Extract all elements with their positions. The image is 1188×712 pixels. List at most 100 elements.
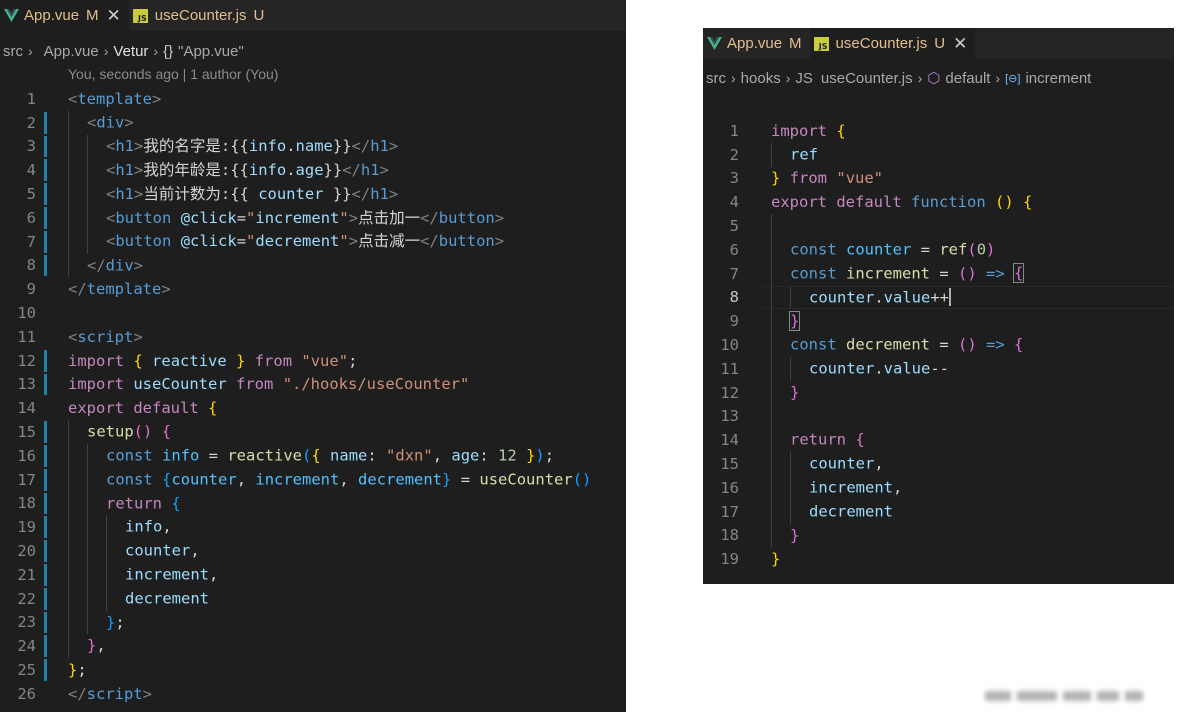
breadcrumb-item[interactable]: {} "App.vue" <box>163 43 244 60</box>
indent-guide <box>771 404 790 429</box>
code-line[interactable]: 6 <button @click="increment">点击加一</button… <box>0 206 626 231</box>
code-line[interactable]: 19} <box>703 547 1174 571</box>
tab-app-vue[interactable]: App.vue M ✕ <box>0 0 129 31</box>
breadcrumb-item[interactable]: hooks <box>741 70 781 87</box>
gutter-change-marker[interactable] <box>44 563 47 586</box>
codelens-blame[interactable]: You, seconds ago | 1 author (You) <box>68 66 278 82</box>
left-code-area[interactable]: 1 <template> 2 <div> 3 <h1>我的名字是:{{info.name}… <box>0 87 626 712</box>
close-icon[interactable]: ✕ <box>953 35 967 52</box>
tab-usecounter-js[interactable]: JS useCounter.js U ✕ <box>809 28 976 59</box>
code-line[interactable]: 6 const counter = ref(0) <box>703 237 1174 262</box>
code-line[interactable]: 10 const decrement = () => { <box>703 333 1174 357</box>
gutter-change-marker[interactable] <box>44 230 47 253</box>
code-line[interactable]: 4 export default function () { <box>703 190 1174 214</box>
code-line[interactable]: 26 </script> <box>0 682 626 706</box>
gutter-change-marker[interactable] <box>44 516 47 539</box>
code-token: reactive <box>152 351 227 370</box>
code-token: > <box>134 137 144 156</box>
code-line[interactable]: 2 ref <box>703 142 1174 167</box>
watermark <box>985 688 1160 704</box>
line-number: 27 <box>0 709 36 712</box>
code-line[interactable]: 7 <button @click="decrement">点击减一</button… <box>0 230 626 254</box>
tab-usecounter-js[interactable]: JS useCounter.js U <box>128 0 273 31</box>
code-line[interactable]: 14 return { <box>703 428 1174 453</box>
code-line[interactable]: 5 <h1>当前计数为:{{ counter }}</h1> <box>0 182 626 207</box>
code-text: </div> <box>68 253 143 278</box>
close-icon[interactable]: ✕ <box>107 7 121 24</box>
breadcrumb-item[interactable]: JS useCounter.js <box>795 70 912 87</box>
git-status-badge: M <box>86 7 99 24</box>
breadcrumb-item[interactable]: App.vue <box>38 43 99 60</box>
gutter-change-marker[interactable] <box>44 492 47 515</box>
code-line[interactable]: 14 export default { <box>0 396 626 420</box>
code-line[interactable]: 22 decrement <box>0 586 626 611</box>
code-line[interactable]: 8 counter.value++ <box>703 285 1174 310</box>
code-line[interactable]: 4 <h1>我的年龄是:{{info.age}}</h1> <box>0 158 626 183</box>
code-line[interactable]: 5 <box>703 214 1174 238</box>
code-line[interactable]: 23}; <box>0 610 626 635</box>
tab-app-vue[interactable]: App.vue M <box>703 28 810 59</box>
code-token: , <box>190 541 200 560</box>
gutter-change-marker[interactable] <box>44 349 47 372</box>
code-line[interactable]: 3} from "vue" <box>703 167 1174 191</box>
code-line[interactable]: 9} <box>703 309 1174 334</box>
code-line[interactable]: 17 decrement <box>703 499 1174 524</box>
code-text: <button @click="decrement">点击减一</button> <box>68 229 504 254</box>
code-line[interactable]: 18 return { <box>0 491 626 516</box>
gutter-change-marker[interactable] <box>44 111 47 134</box>
breadcrumb-item[interactable]: ⬡ default <box>927 69 990 88</box>
code-line[interactable]: 13 import useCounter from "./hooks/useCou… <box>0 373 626 397</box>
breadcrumb-label: Vetur <box>113 42 149 60</box>
code-line[interactable]: 17 const {counter, increment, decrement} … <box>0 467 626 492</box>
code-line[interactable]: 11 <script> <box>0 325 626 349</box>
code-line[interactable]: 21 increment, <box>0 562 626 587</box>
code-line[interactable]: 16 increment, <box>703 475 1174 500</box>
code-token: default <box>836 193 902 212</box>
gutter-change-marker[interactable] <box>44 159 47 182</box>
breadcrumb-item[interactable]: [⊖] increment <box>1005 70 1091 87</box>
breadcrumb-item[interactable]: src <box>706 70 726 87</box>
gutter-change-marker[interactable] <box>44 183 47 205</box>
gutter-change-marker[interactable] <box>44 421 47 443</box>
gutter-change-marker[interactable] <box>44 373 47 396</box>
code-line[interactable]: 11 counter.value-- <box>703 356 1174 381</box>
code-line[interactable]: 7 const increment = () => { <box>703 261 1174 286</box>
code-line[interactable]: 12 import { reactive } from "vue"; <box>0 349 626 373</box>
gutter-change-marker[interactable] <box>44 444 47 467</box>
code-line[interactable]: 8 </div> <box>0 253 626 278</box>
code-line[interactable]: 27 <box>0 706 626 712</box>
gutter-change-marker[interactable] <box>44 611 47 634</box>
code-line[interactable]: 15 counter, <box>703 452 1174 476</box>
code-line[interactable]: 1 import { <box>703 119 1174 143</box>
code-line[interactable]: 24}, <box>0 634 626 659</box>
code-line[interactable]: 25}; <box>0 658 626 682</box>
gutter-change-marker[interactable] <box>44 468 47 491</box>
gutter-change-marker[interactable] <box>44 254 47 277</box>
code-line[interactable]: 16 const info = reactive({ name: "dxn", a… <box>0 443 626 468</box>
gutter-change-marker[interactable] <box>44 206 47 229</box>
code-line[interactable]: 20 counter, <box>0 539 626 563</box>
gutter-change-marker[interactable] <box>44 635 47 658</box>
code-line[interactable]: 15 setup() { <box>0 420 626 444</box>
breadcrumb-item[interactable]: Vetur <box>113 43 148 60</box>
code-text: decrement <box>68 586 209 611</box>
code-line[interactable]: 9 </template> <box>0 277 626 301</box>
code-line[interactable]: 2 <div> <box>0 110 626 135</box>
breadcrumb-item[interactable]: src <box>3 43 23 60</box>
code-line[interactable]: 12} <box>703 380 1174 405</box>
right-code-area[interactable]: 1 import {2 ref 3} from "vue" 4 export defaul… <box>703 119 1174 571</box>
gutter-change-marker[interactable] <box>44 135 47 158</box>
gutter-change-marker[interactable] <box>44 540 47 562</box>
code-token: import <box>68 375 124 394</box>
code-token: increment <box>255 208 340 227</box>
code-line[interactable]: 10 <box>0 301 626 325</box>
code-line[interactable]: 3 <h1>我的名字是:{{info.name}}</h1> <box>0 134 626 159</box>
code-line[interactable]: 1 <template> <box>0 87 626 111</box>
code-token: ; <box>544 446 555 465</box>
line-number: 8 <box>26 256 36 275</box>
code-line[interactable]: 18} <box>703 523 1174 548</box>
code-line[interactable]: 19 info, <box>0 515 626 540</box>
gutter-change-marker[interactable] <box>44 659 47 681</box>
code-line[interactable]: 13 <box>703 404 1174 429</box>
gutter-change-marker[interactable] <box>44 587 47 610</box>
